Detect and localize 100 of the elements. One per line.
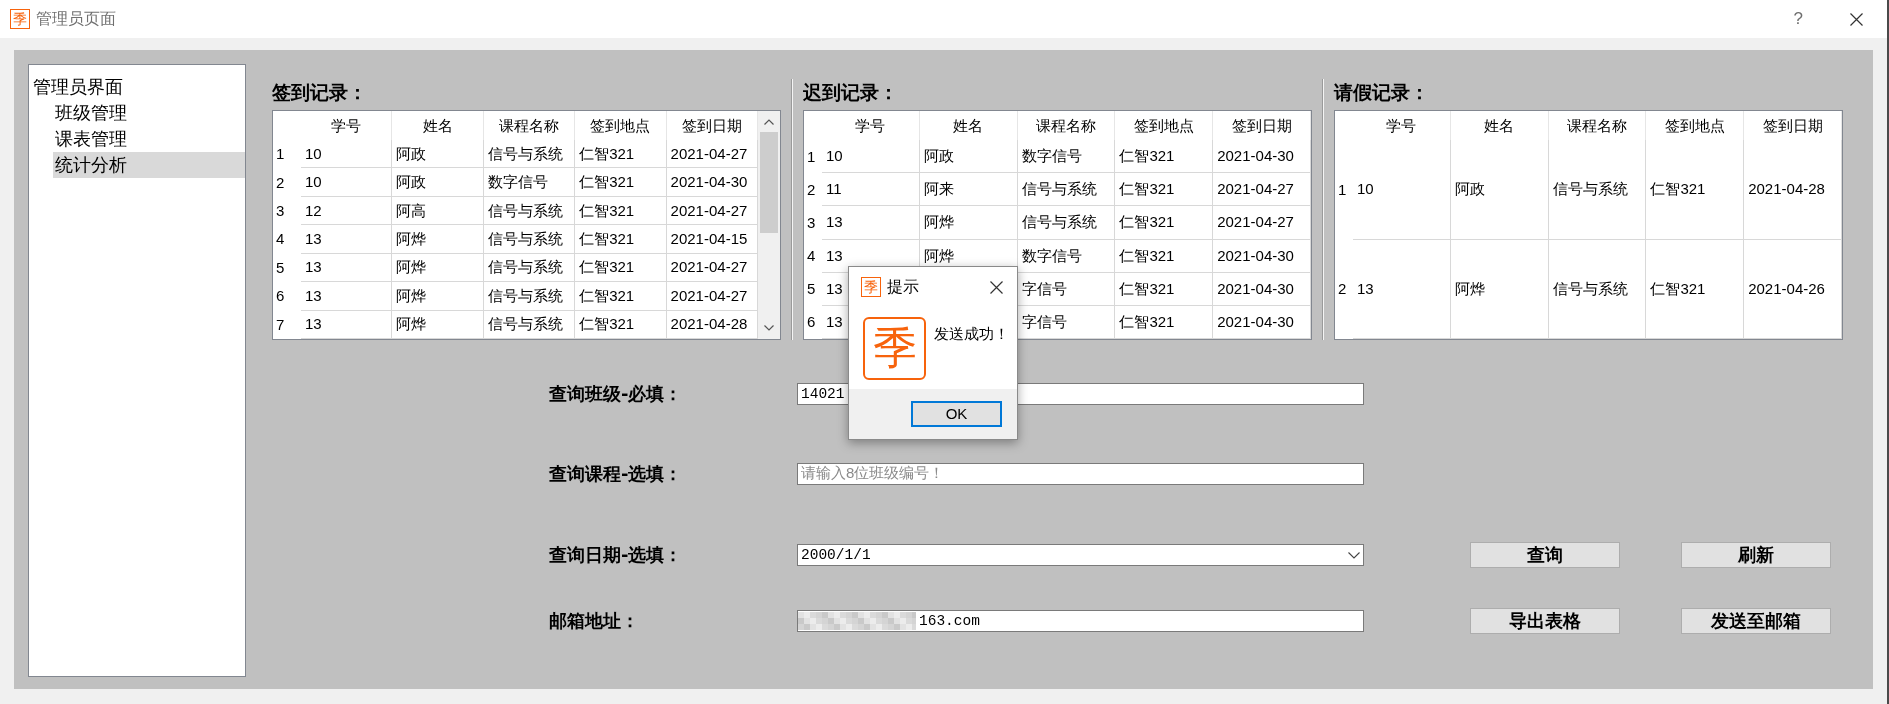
row-number: 5 bbox=[276, 258, 285, 277]
row-number: 3 bbox=[276, 202, 285, 221]
classroom: 仁智321 bbox=[1650, 180, 1706, 199]
ok-button[interactable]: OK bbox=[911, 401, 1002, 427]
scrollbar[interactable] bbox=[758, 111, 780, 339]
table-title: 签到记录： bbox=[272, 80, 367, 105]
column-header: 课程名称 bbox=[1567, 116, 1627, 135]
column-header: 签到日期 bbox=[681, 116, 742, 135]
student-id: 13 bbox=[305, 229, 322, 248]
scroll-thumb[interactable] bbox=[760, 132, 778, 233]
classroom: 仁智321 bbox=[1119, 213, 1175, 232]
help-button[interactable]: ? bbox=[1790, 8, 1806, 30]
course-name: 数字信号 bbox=[1021, 246, 1082, 265]
close-icon[interactable] bbox=[990, 280, 1003, 294]
row-number: 2 bbox=[1338, 280, 1347, 299]
column-header: 签到日期 bbox=[1231, 116, 1292, 135]
row-number: 6 bbox=[276, 287, 285, 306]
chevron-down-icon[interactable] bbox=[1348, 552, 1360, 559]
app-logo: 季 bbox=[861, 277, 881, 297]
course-name: 信号与系统 bbox=[487, 229, 563, 248]
student-name: 阿烨 bbox=[1454, 279, 1485, 298]
close-icon[interactable] bbox=[1850, 12, 1863, 26]
course-name: 信号与系统 bbox=[487, 201, 563, 220]
column-header: 课程名称 bbox=[1036, 116, 1096, 135]
window-title: 管理员页面 bbox=[36, 9, 116, 29]
column-header: 签到地点 bbox=[1133, 116, 1194, 135]
tree-item[interactable]: 统计分析 bbox=[53, 152, 245, 178]
date-text: 2021-04-30 bbox=[1217, 312, 1294, 331]
search-button[interactable]: 查询 bbox=[1470, 542, 1620, 568]
student-name: 阿来 bbox=[923, 180, 954, 199]
column-header: 签到地点 bbox=[1664, 116, 1725, 135]
field-label: 查询班级-必填： bbox=[549, 382, 683, 406]
field-label: 查询课程-选填： bbox=[549, 462, 683, 486]
tree-item[interactable]: 班级管理 bbox=[53, 100, 245, 126]
student-id: 13 bbox=[826, 213, 843, 232]
classroom: 仁智321 bbox=[579, 229, 635, 248]
column-header: 姓名 bbox=[953, 116, 984, 135]
table-title: 请假记录： bbox=[1334, 80, 1429, 105]
chevron-up-icon[interactable] bbox=[764, 119, 774, 125]
student-id: 13 bbox=[826, 312, 843, 331]
row-number: 1 bbox=[807, 147, 816, 166]
classroom: 仁智321 bbox=[579, 144, 635, 163]
field-label: 邮箱地址： bbox=[549, 609, 639, 633]
course-name: 信号与系统 bbox=[1021, 213, 1097, 232]
column-header: 学号 bbox=[855, 116, 886, 135]
date-dropdown[interactable]: 2000/1/1 bbox=[797, 544, 1364, 566]
export-button[interactable]: 导出表格 bbox=[1470, 608, 1620, 634]
column-header: 姓名 bbox=[422, 116, 453, 135]
student-name: 阿政 bbox=[923, 147, 954, 166]
date-text: 2021-04-27 bbox=[670, 144, 748, 163]
refresh-button[interactable]: 刷新 bbox=[1681, 542, 1831, 568]
course-name: 信号与系统 bbox=[1021, 180, 1097, 199]
student-name: 阿烨 bbox=[396, 229, 427, 248]
student-name: 阿政 bbox=[1454, 180, 1485, 199]
course-name: 信号与系统 bbox=[487, 286, 563, 305]
row-number: 1 bbox=[276, 145, 285, 164]
student-id: 10 bbox=[826, 147, 843, 166]
course-name: 信号与系统 bbox=[1552, 279, 1628, 298]
tree-item[interactable]: 课表管理 bbox=[53, 126, 245, 152]
date-text: 2021-04-27 bbox=[670, 258, 748, 277]
student-name: 阿政 bbox=[396, 173, 427, 192]
tree-item[interactable]: 管理员界面 bbox=[31, 74, 245, 100]
student-id: 11 bbox=[826, 180, 842, 199]
chevron-down-icon[interactable] bbox=[764, 325, 774, 331]
student-id: 10 bbox=[1357, 180, 1374, 199]
course-name: 信号与系统 bbox=[1552, 180, 1628, 199]
date-text: 2021-04-27 bbox=[1217, 213, 1294, 232]
student-name: 阿烨 bbox=[923, 246, 954, 265]
dialog-message: 发送成功！ bbox=[934, 325, 1009, 343]
course-field[interactable]: 请输入8位班级编号！ bbox=[797, 463, 1364, 485]
row-number: 7 bbox=[276, 315, 285, 334]
date-text: 2021-04-28 bbox=[670, 315, 748, 334]
row-number: 4 bbox=[807, 247, 816, 266]
student-id: 13 bbox=[826, 246, 843, 265]
classroom: 仁智321 bbox=[1119, 246, 1175, 265]
field-label: 查询日期-选填： bbox=[549, 543, 683, 567]
student-id: 13 bbox=[305, 286, 322, 305]
classroom: 仁智321 bbox=[579, 286, 635, 305]
student-name: 阿政 bbox=[396, 144, 427, 163]
column-header: 学号 bbox=[331, 116, 362, 135]
course-name: 数字信号 bbox=[487, 173, 548, 192]
student-id: 12 bbox=[305, 201, 322, 220]
send-email-button[interactable]: 发送至邮箱 bbox=[1681, 608, 1831, 634]
student-name: 阿烨 bbox=[396, 286, 427, 305]
row-number: 5 bbox=[807, 280, 816, 299]
student-id: 10 bbox=[305, 173, 322, 192]
course-name: 信号与系统 bbox=[487, 144, 563, 163]
classroom: 仁智321 bbox=[1119, 180, 1175, 199]
column-header: 课程名称 bbox=[499, 116, 559, 135]
classroom: 仁智321 bbox=[1119, 312, 1175, 331]
date-text: 2021-04-28 bbox=[1748, 180, 1825, 199]
student-id: 13 bbox=[305, 258, 322, 277]
row-number: 1 bbox=[1338, 180, 1347, 199]
classroom: 仁智321 bbox=[1119, 279, 1175, 298]
course-name: 信号与系统 bbox=[487, 315, 563, 334]
column-header: 签到日期 bbox=[1762, 116, 1823, 135]
date-text: 2021-04-27 bbox=[670, 201, 748, 220]
course-name: 信号与系统 bbox=[487, 258, 563, 277]
column-header: 签到地点 bbox=[590, 116, 651, 135]
date-text: 2021-04-27 bbox=[670, 286, 748, 305]
